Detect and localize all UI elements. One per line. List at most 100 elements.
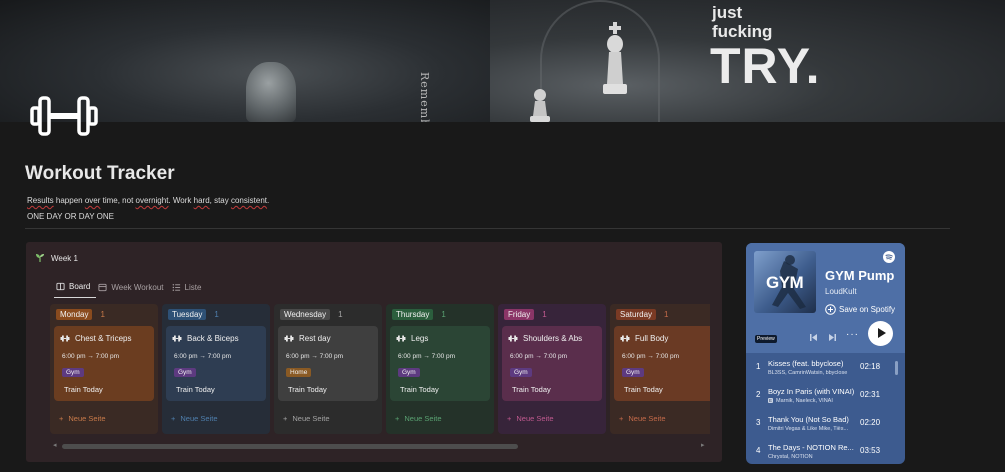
board-column-monday: Monday 1 Chest & Triceps 6:00 pm → 7:00 … bbox=[50, 304, 158, 434]
playlist-owner[interactable]: LoudKult bbox=[825, 287, 857, 296]
tab-liste[interactable]: Liste bbox=[170, 282, 208, 298]
column-header[interactable]: Thursday 1 bbox=[392, 309, 446, 320]
plus-icon: + bbox=[283, 414, 288, 423]
card-status: Train Today bbox=[400, 385, 439, 394]
new-page-button[interactable]: + Neue Seite bbox=[395, 414, 442, 423]
tab-board[interactable]: Board bbox=[54, 282, 97, 298]
dumbbell-icon bbox=[60, 335, 70, 342]
previous-track-icon[interactable] bbox=[809, 333, 818, 342]
page-subtitle: Results happen over time, not overnight.… bbox=[27, 196, 270, 205]
new-page-button[interactable]: + Neue Seite bbox=[59, 414, 106, 423]
more-options-icon[interactable]: ··· bbox=[846, 329, 859, 340]
card-status: Train Today bbox=[176, 385, 215, 394]
plus-icon: + bbox=[59, 414, 64, 423]
workout-card[interactable]: Back & Biceps 6:00 pm → 7:00 pm Gym Trai… bbox=[166, 326, 266, 401]
board-columns: Monday 1 Chest & Triceps 6:00 pm → 7:00 … bbox=[50, 304, 710, 434]
card-time: 6:00 pm → 7:00 pm bbox=[510, 353, 568, 360]
track-name: The Days - NOTION Re... bbox=[768, 443, 854, 452]
card-title: Shoulders & Abs bbox=[508, 334, 582, 343]
new-page-button[interactable]: + Neue Seite bbox=[283, 414, 330, 423]
track-number: 2 bbox=[756, 390, 761, 399]
column-header[interactable]: Saturday 1 bbox=[616, 309, 668, 320]
list-icon bbox=[172, 283, 180, 291]
plus-icon: + bbox=[507, 414, 512, 423]
cover-side-word: Rememb bbox=[418, 72, 431, 122]
album-cover[interactable]: GYM bbox=[754, 251, 816, 313]
new-page-button[interactable]: + Neue Seite bbox=[507, 414, 554, 423]
column-header[interactable]: Tuesday 1 bbox=[168, 309, 219, 320]
new-page-button[interactable]: + Neue Seite bbox=[171, 414, 218, 423]
board-panel: Week 1 Board Week Workout Liste Monday 1 bbox=[26, 242, 722, 462]
board-column-wednesday: Wednesday 1 Rest day 6:00 pm → 7:00 pm H… bbox=[274, 304, 382, 434]
track-duration: 03:53 bbox=[860, 446, 881, 455]
column-header[interactable]: Wednesday 1 bbox=[280, 309, 343, 320]
dumbbell-icon[interactable] bbox=[28, 92, 100, 140]
cover-image: Rememb just fucking TRY. bbox=[0, 0, 1005, 122]
workout-card[interactable]: Shoulders & Abs 6:00 pm → 7:00 pm Gym Tr… bbox=[502, 326, 602, 401]
card-tag: Gym bbox=[510, 368, 532, 377]
card-tag: Home bbox=[286, 368, 312, 377]
divider bbox=[25, 228, 950, 229]
scroll-right-icon[interactable]: ▸ bbox=[701, 441, 705, 449]
track-number: 4 bbox=[756, 446, 761, 455]
plus-icon: + bbox=[395, 414, 400, 423]
track-artists: BL3SS, CamrinWatsin, bbyclose bbox=[768, 370, 848, 376]
save-on-spotify-button[interactable]: Save on Spotify bbox=[825, 304, 895, 315]
spotify-logo-icon[interactable] bbox=[883, 251, 895, 263]
card-time: 6:00 pm → 7:00 pm bbox=[398, 353, 456, 360]
card-count: 1 bbox=[338, 310, 343, 319]
dumbbell-icon bbox=[396, 335, 406, 342]
board-column-tuesday: Tuesday 1 Back & Biceps 6:00 pm → 7:00 p… bbox=[162, 304, 270, 434]
board-column-friday: Friday 1 Shoulders & Abs 6:00 pm → 7:00 … bbox=[498, 304, 606, 434]
workout-card[interactable]: Chest & Triceps 6:00 pm → 7:00 pm Gym Tr… bbox=[54, 326, 154, 401]
track-row[interactable]: 3 Thank You (Not So Bad) Dimitri Vegas &… bbox=[746, 411, 905, 438]
card-time: 6:00 pm → 7:00 pm bbox=[62, 353, 120, 360]
cover-text-try: TRY. bbox=[710, 38, 821, 94]
card-title: Full Body bbox=[620, 334, 668, 343]
playlist-title[interactable]: GYM Pump bbox=[825, 268, 894, 283]
preview-badge: Preview bbox=[755, 335, 777, 343]
card-count: 1 bbox=[664, 310, 669, 319]
workout-card[interactable]: Legs 6:00 pm → 7:00 pm Gym Train Today bbox=[390, 326, 490, 401]
plus-circle-icon bbox=[825, 304, 836, 315]
plus-icon: + bbox=[619, 414, 624, 423]
track-duration: 02:18 bbox=[860, 362, 881, 371]
board-column-saturday: Saturday 1 Full Body 6:00 pm → 7:00 pm G… bbox=[610, 304, 710, 434]
play-button[interactable] bbox=[868, 321, 893, 346]
track-artists: Dimitri Vegas & Like Mike, Tiës... bbox=[768, 426, 849, 432]
track-row[interactable]: 1 Kisses (feat. bbyclose) BL3SS, CamrinW… bbox=[746, 355, 905, 382]
horizontal-scrollbar-thumb[interactable] bbox=[62, 444, 518, 449]
dumbbell-icon bbox=[508, 335, 518, 342]
card-tag: Gym bbox=[174, 368, 196, 377]
track-name: Thank You (Not So Bad) bbox=[768, 415, 849, 424]
track-artists: Chrystal, NOTION bbox=[768, 454, 813, 460]
album-label: GYM bbox=[766, 273, 804, 292]
tracklist-scrollbar[interactable] bbox=[895, 361, 898, 375]
card-tag: Gym bbox=[62, 368, 84, 377]
track-number: 1 bbox=[756, 362, 761, 371]
card-tag: Gym bbox=[398, 368, 420, 377]
new-page-button[interactable]: + Neue Seite bbox=[619, 414, 666, 423]
column-header[interactable]: Friday 1 bbox=[504, 309, 547, 320]
board-icon bbox=[56, 282, 65, 291]
view-name: Week 1 bbox=[51, 253, 78, 263]
column-header[interactable]: Monday 1 bbox=[56, 309, 105, 320]
card-title: Chest & Triceps bbox=[60, 334, 131, 343]
scroll-left-icon[interactable]: ◂ bbox=[53, 441, 57, 449]
track-row[interactable]: 4 The Days - NOTION Re... Chrystal, NOTI… bbox=[746, 439, 905, 464]
track-name: Boyz In Paris (with VINAI) bbox=[768, 387, 855, 396]
card-status: Train Today bbox=[288, 385, 327, 394]
tab-week-workout[interactable]: Week Workout bbox=[96, 282, 169, 298]
card-title: Legs bbox=[396, 334, 428, 343]
day-label: Monday bbox=[56, 309, 93, 320]
card-title: Rest day bbox=[284, 334, 331, 343]
workout-card[interactable]: Rest day 6:00 pm → 7:00 pm Home Train To… bbox=[278, 326, 378, 401]
dumbbell-icon bbox=[284, 335, 294, 342]
next-track-icon[interactable] bbox=[828, 333, 837, 342]
page-motto: ONE DAY OR DAY ONE bbox=[27, 212, 114, 221]
view-title[interactable]: Week 1 bbox=[35, 253, 78, 263]
track-row[interactable]: 2 Boyz In Paris (with VINAI) E Marnik, Na… bbox=[746, 383, 905, 410]
cover-text-just: just bbox=[712, 3, 743, 22]
workout-card[interactable]: Full Body 6:00 pm → 7:00 pm Gym Train To… bbox=[614, 326, 710, 401]
card-time: 6:00 pm → 7:00 pm bbox=[174, 353, 232, 360]
